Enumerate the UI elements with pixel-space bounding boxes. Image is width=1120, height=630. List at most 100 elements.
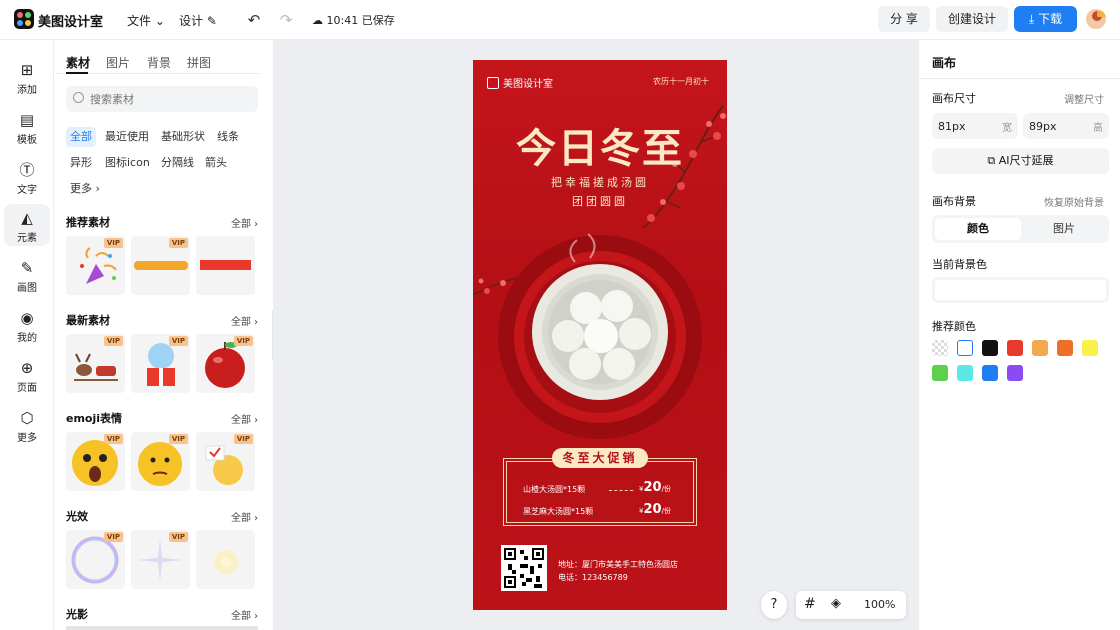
search-box[interactable] (66, 86, 258, 112)
rail-item-template[interactable]: ▤ 模板 (4, 106, 50, 148)
redo-icon[interactable]: ↷ (277, 11, 295, 29)
tangyuan-bowl-illustration[interactable] (495, 232, 705, 442)
promo-item-price[interactable]: ¥20/份 (639, 480, 671, 495)
vip-badge (1097, 11, 1106, 17)
color-swatch[interactable] (982, 340, 998, 356)
undo-icon[interactable]: ↶ (245, 11, 263, 29)
poster-title[interactable]: 今日冬至 (473, 116, 727, 174)
layers-icon[interactable]: ◈ (831, 596, 841, 611)
poster-canvas[interactable]: 美图设计室 农历十一月初十 今日冬至 把幸福搓成汤圆 团团圆圆 冬至大促销 山楂… (473, 60, 727, 610)
rail-item-elements[interactable]: ◭ 元素 (4, 204, 50, 246)
app-logo-icon (14, 9, 34, 29)
rail-item-mine[interactable]: ◉ 我的 (4, 304, 50, 346)
avatar[interactable] (1084, 7, 1108, 31)
asset-thinking-emoji[interactable]: VIP (131, 432, 190, 491)
divider (919, 78, 1120, 79)
rail-item-draw[interactable]: ✎ 画图 (4, 254, 50, 296)
poster-address[interactable]: 地址：厦门市美美手工特色汤圆店 (558, 559, 678, 570)
asset-orange-brush[interactable]: VIP (131, 236, 190, 295)
chip-basic-shapes[interactable]: 基础形状 (157, 127, 209, 147)
width-field[interactable]: 宽 (932, 113, 1018, 139)
help-button[interactable]: ? (761, 591, 787, 619)
bg-tab-image[interactable]: 图片 (1021, 218, 1107, 240)
design-menu[interactable]: 设计 ✎ (179, 12, 217, 29)
color-swatch[interactable] (1007, 340, 1023, 356)
chip-irregular[interactable]: 异形 (66, 153, 96, 173)
poster-subtitle-1[interactable]: 把幸福搓成汤圆 (473, 174, 727, 190)
create-design-button[interactable]: 创建设计 (936, 6, 1008, 32)
app-name[interactable]: 美图设计室 (38, 11, 103, 30)
view-all-link[interactable]: 全部 › (231, 215, 258, 230)
promo-item-name[interactable]: 黑芝麻大汤圆*15颗 (523, 506, 593, 517)
ai-extend-button[interactable]: ⧉ AI尺寸延展 (932, 148, 1109, 174)
promo-item-price[interactable]: ¥20/份 (639, 502, 671, 517)
poster-brand[interactable]: 美图设计室 (487, 75, 553, 90)
tab-images[interactable]: 图片 (106, 54, 130, 71)
section-preview-strip (66, 626, 258, 630)
view-all-link[interactable]: 全部 › (231, 313, 258, 328)
height-input[interactable] (1029, 117, 1085, 135)
qr-code[interactable] (501, 545, 547, 591)
section-title: 光效 (66, 510, 88, 523)
color-swatch[interactable] (1082, 340, 1098, 356)
rail-item-add[interactable]: ⊞ 添加 (4, 56, 50, 98)
ai-resize-icon: ⧉ (987, 154, 996, 167)
poster-lunar-date[interactable]: 农历十一月初十 (653, 76, 709, 87)
asset-party-popper[interactable]: VIP (66, 236, 125, 295)
asset-snow-globe[interactable]: VIP (131, 334, 190, 393)
poster-phone[interactable]: 电话：123456789 (558, 572, 628, 583)
asset-shocked-emoji[interactable]: VIP (66, 432, 125, 491)
chip-all[interactable]: 全部 (66, 127, 96, 147)
width-input[interactable] (938, 117, 994, 135)
search-input[interactable] (90, 90, 250, 108)
color-swatch[interactable] (1057, 340, 1073, 356)
tab-indicator (66, 72, 88, 74)
restore-bg-link[interactable]: 恢复原始背景 (1044, 194, 1104, 209)
adjust-size-link[interactable]: 调整尺寸 (1064, 91, 1104, 106)
rail-item-more[interactable]: ⬡ 更多 (4, 404, 50, 446)
asset-bubble[interactable]: VIP (66, 530, 125, 589)
asset-sparkle[interactable]: VIP (131, 530, 190, 589)
download-icon: ⤓ (1028, 12, 1035, 26)
color-swatch[interactable] (932, 340, 948, 356)
file-menu[interactable]: 文件 ⌄ (127, 12, 165, 29)
asset-reindeer-sleigh[interactable]: VIP (66, 334, 125, 393)
chip-arrows[interactable]: 箭头 (201, 153, 231, 173)
color-swatch[interactable] (982, 365, 998, 381)
tab-materials[interactable]: 素材 (66, 54, 90, 71)
tab-backgrounds[interactable]: 背景 (147, 54, 171, 71)
view-all-link[interactable]: 全部 › (231, 607, 258, 622)
rail-item-text[interactable]: Ⓣ 文字 (4, 156, 50, 198)
chip-icons[interactable]: 图标icon (101, 153, 154, 173)
asset-red-bar[interactable] (196, 236, 255, 295)
color-swatch[interactable] (1032, 340, 1048, 356)
chip-lines[interactable]: 线条 (213, 127, 243, 147)
canvas-properties-panel: 画布 画布尺寸 调整尺寸 宽 高 ⧉ AI尺寸延展 画布背景 恢复原始背景 颜色… (918, 40, 1120, 630)
share-button[interactable]: 分 享 (878, 6, 930, 32)
save-status: ☁ 10:41 已保存 (312, 14, 395, 27)
height-field[interactable]: 高 (1023, 113, 1109, 139)
chip-dividers[interactable]: 分隔线 (157, 153, 198, 173)
zoom-level[interactable]: 100% (864, 598, 895, 611)
current-bg-color[interactable] (932, 277, 1109, 303)
asset-glow[interactable] (196, 530, 255, 589)
asset-chick-emoji[interactable]: VIP (196, 432, 255, 491)
color-swatch[interactable] (1007, 365, 1023, 381)
user-icon: ◉ (20, 309, 34, 327)
chip-recent[interactable]: 最近使用 (101, 127, 153, 147)
bg-tab-color[interactable]: 颜色 (935, 218, 1021, 240)
chip-more[interactable]: 更多 › (66, 179, 104, 199)
view-all-link[interactable]: 全部 › (231, 411, 258, 426)
color-swatch[interactable] (932, 365, 948, 381)
rail-item-pages[interactable]: ⊕ 页面 (4, 354, 50, 396)
download-button[interactable]: ⤓ 下载 (1014, 6, 1077, 32)
grid-icon[interactable]: # (804, 596, 816, 612)
color-swatch[interactable] (957, 340, 973, 356)
poster-subtitle-2[interactable]: 团团圆圆 (473, 193, 727, 209)
view-all-link[interactable]: 全部 › (231, 509, 258, 524)
color-swatch[interactable] (957, 365, 973, 381)
promo-tag[interactable]: 冬至大促销 (552, 448, 648, 468)
tab-collage[interactable]: 拼图 (187, 54, 211, 71)
promo-item-name[interactable]: 山楂大汤圆*15颗 (523, 484, 585, 495)
asset-red-apple[interactable]: VIP (196, 334, 255, 393)
